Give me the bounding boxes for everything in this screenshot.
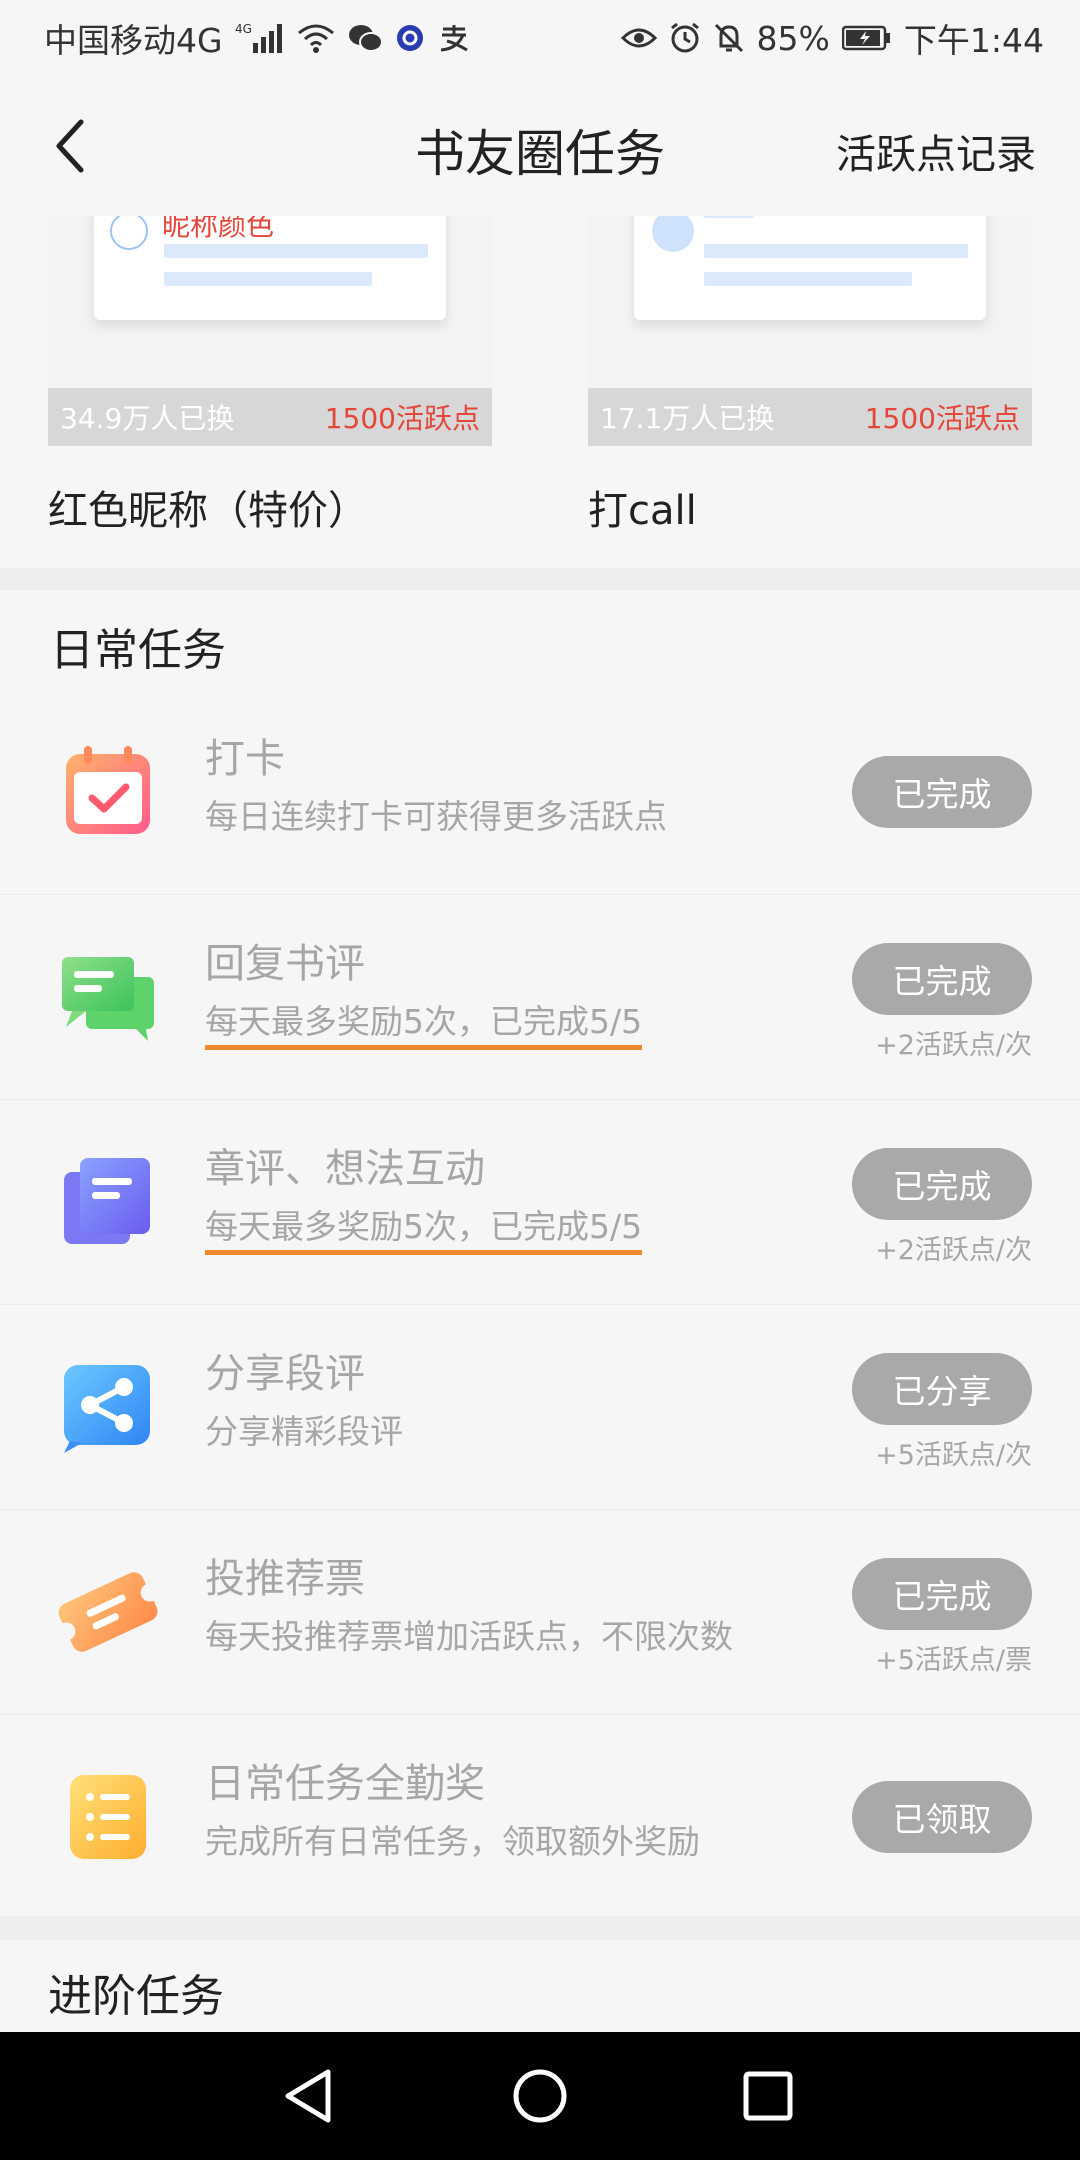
task-description: 每日连续打卡可获得更多活跃点 <box>205 797 667 836</box>
avatar <box>110 216 148 250</box>
status-bar: 中国移动4G 4G 85% 下午1:44 <box>0 0 1080 76</box>
reward-preview: 昵称颜色 34.9万人已换 1500活跃点 <box>48 216 492 446</box>
placeholder-line <box>704 216 754 218</box>
reward-card-red-nickname[interactable]: 昵称颜色 34.9万人已换 1500活跃点 红色昵称（特价） <box>48 216 492 534</box>
exchange-count: 17.1万人已换 <box>600 402 775 435</box>
placeholder-line <box>704 272 912 286</box>
navigation-bar: 书友圈任务 活跃点记录 <box>0 76 1080 216</box>
reward-name: 打call <box>588 488 697 534</box>
alipay-icon <box>437 23 471 53</box>
task-points: +2活跃点/次 <box>875 1235 1032 1266</box>
mute-icon <box>713 22 745 54</box>
app-icon <box>395 23 425 53</box>
placeholder-line <box>704 244 968 258</box>
status-right: 85% 下午1:44 <box>620 14 1044 62</box>
reward-card-call[interactable]: 17.1万人已换 1500活跃点 打call <box>588 216 1032 534</box>
circle-home-icon <box>513 2069 567 2123</box>
reward-preview: 17.1万人已换 1500活跃点 <box>588 216 1032 446</box>
task-share-comment: 分享段评 分享精彩段评 已分享 +5活跃点/次 <box>0 1305 1080 1510</box>
square-recents-icon <box>743 2071 793 2121</box>
reward-price: 1500活跃点 <box>324 402 480 435</box>
preview-mock <box>634 216 986 320</box>
section-title: 日常任务 <box>50 625 226 676</box>
alarm-icon <box>669 22 701 54</box>
task-reply-review: 回复书评 每天最多奖励5次，已完成5/5 已完成 +2活跃点/次 <box>0 895 1080 1100</box>
task-chapter-interaction: 章评、想法互动 每天最多奖励5次，已完成5/5 已完成 +2活跃点/次 <box>0 1100 1080 1305</box>
reward-info-bar: 34.9万人已换 1500活跃点 <box>48 388 492 446</box>
task-description: 完成所有日常任务，领取额外奖励 <box>205 1822 700 1861</box>
wechat-icon <box>347 23 383 53</box>
status-left: 中国移动4G 4G <box>44 14 471 62</box>
task-name: 章评、想法互动 <box>205 1146 485 1192</box>
reward-price: 1500活跃点 <box>864 402 1020 435</box>
battery-icon <box>841 25 892 51</box>
task-checkin: 打卡 每日连续打卡可获得更多活跃点 已完成 <box>0 690 1080 895</box>
task-status-button[interactable]: 已分享 <box>852 1353 1032 1425</box>
chat-bubbles-icon <box>62 957 154 1041</box>
daily-tasks-section: 日常任务 打卡 每日连续打卡可获得更多活跃点 已完成 回复书评 每天最多奖励5次… <box>0 590 1080 1916</box>
task-name: 分享段评 <box>205 1351 365 1397</box>
task-status-button[interactable]: 已完成 <box>852 1148 1032 1220</box>
placeholder-line <box>164 272 372 286</box>
task-name: 打卡 <box>205 736 285 782</box>
exchange-count: 34.9万人已换 <box>60 402 235 435</box>
task-status-button[interactable]: 已完成 <box>852 943 1032 1015</box>
back-arrow-icon <box>56 119 84 173</box>
svg-text:4G: 4G <box>235 22 252 36</box>
task-description: 每天最多奖励5次，已完成5/5 <box>205 1200 643 1255</box>
task-description: 每天投推荐票增加活跃点，不限次数 <box>205 1617 733 1656</box>
section-divider <box>0 568 1080 592</box>
activity-record-link[interactable]: 活跃点记录 <box>836 122 1036 180</box>
signal-icon: 4G <box>235 21 285 55</box>
ticket-icon <box>58 1572 158 1652</box>
reward-name: 红色昵称（特价） <box>48 488 368 534</box>
wifi-icon <box>297 23 335 53</box>
notes-icon <box>64 1158 150 1244</box>
clock-time: 下午1:44 <box>903 21 1044 60</box>
preview-mock: 昵称颜色 <box>94 216 446 320</box>
task-points: +5活跃点/票 <box>875 1645 1032 1676</box>
task-name: 日常任务全勤奖 <box>205 1761 485 1807</box>
eye-icon <box>620 24 657 52</box>
task-points: +5活跃点/次 <box>875 1440 1032 1471</box>
section-title: 进阶任务 <box>48 1971 224 2022</box>
calendar-check-icon <box>66 746 150 834</box>
nav-back-button[interactable] <box>272 2060 344 2132</box>
task-status-button[interactable]: 已完成 <box>852 756 1032 828</box>
task-description: 每天最多奖励5次，已完成5/5 <box>205 995 643 1050</box>
task-status-button[interactable]: 已领取 <box>852 1781 1032 1853</box>
advanced-tasks-section: 进阶任务 <box>0 1940 1080 2032</box>
system-navigation-bar <box>0 2032 1080 2160</box>
nav-recents-button[interactable] <box>732 2060 804 2132</box>
placeholder-line <box>164 244 428 258</box>
triangle-back-icon <box>285 2069 331 2123</box>
nav-home-button[interactable] <box>504 2060 576 2132</box>
task-status-button[interactable]: 已完成 <box>852 1558 1032 1630</box>
task-name: 投推荐票 <box>205 1556 365 1602</box>
task-recommend-vote: 投推荐票 每天投推荐票增加活跃点，不限次数 已完成 +5活跃点/票 <box>0 1510 1080 1715</box>
avatar <box>652 216 694 252</box>
back-button[interactable] <box>40 114 100 178</box>
reward-info-bar: 17.1万人已换 1500活跃点 <box>588 388 1032 446</box>
task-description: 分享精彩段评 <box>205 1412 403 1451</box>
carrier-label: 中国移动4G <box>44 21 223 60</box>
list-icon <box>70 1775 146 1859</box>
task-points: +2活跃点/次 <box>875 1030 1032 1061</box>
task-name: 回复书评 <box>205 941 365 987</box>
preview-nickname: 昵称颜色 <box>162 216 275 242</box>
share-icon <box>64 1365 150 1453</box>
section-divider <box>0 1916 1080 1940</box>
task-full-attendance: 日常任务全勤奖 完成所有日常任务，领取额外奖励 已领取 <box>0 1715 1080 1920</box>
reward-cards: 昵称颜色 34.9万人已换 1500活跃点 红色昵称（特价） 17.1万人已换 … <box>0 216 1080 568</box>
battery-percent: 85% <box>756 18 830 58</box>
